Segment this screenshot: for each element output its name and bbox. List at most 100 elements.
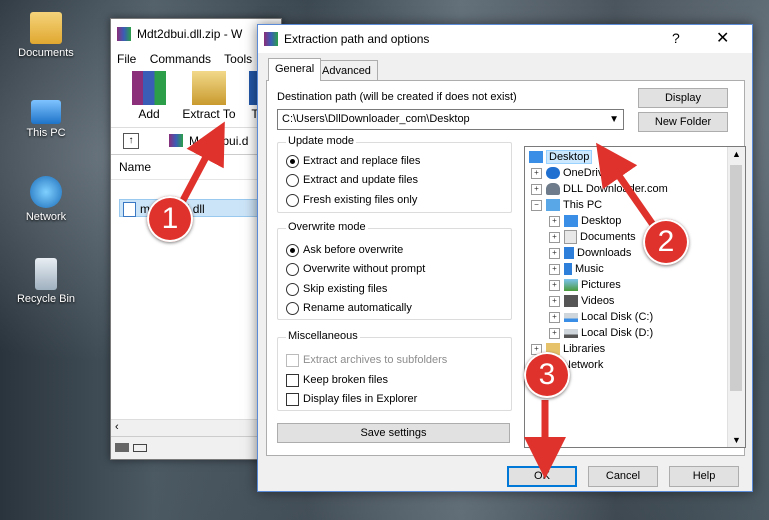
radio-fresh-existing[interactable]: Fresh existing files only — [286, 193, 417, 209]
overwrite-mode-title: Overwrite mode — [286, 221, 368, 233]
expand-icon[interactable]: + — [549, 311, 560, 323]
chevron-down-icon[interactable]: ▼ — [609, 110, 619, 129]
desktop-icon-documents[interactable]: Documents — [8, 12, 84, 59]
network-icon — [30, 176, 62, 208]
save-settings-button[interactable]: Save settings — [277, 423, 510, 443]
scrollbar-thumb[interactable] — [730, 165, 742, 391]
checkbox-icon — [286, 353, 299, 367]
file-list-hscrollbar[interactable]: ‹ — [111, 419, 281, 437]
file-icon — [123, 202, 136, 217]
winrar-address-bar: ↑ Mdt2dbui.d — [111, 128, 281, 155]
cancel-button[interactable]: Cancel — [588, 466, 658, 487]
update-mode-title: Update mode — [286, 135, 357, 147]
tree-item-pc-desktop[interactable]: + Desktop — [549, 213, 621, 229]
extract-to-button[interactable]: Extract To — [179, 71, 239, 121]
film-icon — [564, 295, 578, 308]
expand-icon[interactable]: + — [531, 183, 542, 195]
tree-item-local-disk-c[interactable]: + Local Disk (C:) — [549, 309, 653, 325]
radio-ask-before-overwrite[interactable]: Ask before overwrite — [286, 243, 403, 259]
destination-path-input[interactable]: C:\Users\DllDownloader_com\Desktop ▼ — [277, 109, 624, 130]
checkbox-display-in-explorer[interactable]: Display files in Explorer — [286, 392, 417, 408]
desktop-icon-recycle-bin[interactable]: Recycle Bin — [8, 258, 84, 305]
tree-item-documents[interactable]: + Documents — [549, 229, 636, 245]
scroll-left-icon[interactable]: ‹ — [115, 421, 119, 433]
tree-item-onedrive[interactable]: + OneDrive — [531, 165, 609, 181]
desktop-icon-network[interactable]: Network — [8, 176, 84, 223]
add-button[interactable]: Add — [123, 71, 175, 121]
tree-item-videos[interactable]: + Videos — [549, 293, 614, 309]
menu-tools[interactable]: Tools — [224, 52, 252, 66]
radio-skip-existing[interactable]: Skip existing files — [286, 282, 387, 298]
drive-icon — [564, 328, 578, 338]
dialog-title-bar[interactable]: Extraction path and options ? ✕ — [258, 25, 752, 53]
expand-icon[interactable]: + — [549, 327, 560, 339]
column-header-name[interactable]: Name — [111, 155, 281, 180]
update-mode-group: Update mode Extract and replace files Ex… — [277, 135, 512, 213]
expand-icon[interactable]: + — [531, 167, 542, 179]
dialog-title: Extraction path and options — [284, 32, 430, 46]
tab-general[interactable]: General — [268, 58, 322, 81]
computer-icon — [546, 199, 560, 212]
collapse-icon[interactable]: − — [531, 199, 542, 211]
checkbox-keep-broken-files[interactable]: Keep broken files — [286, 373, 388, 389]
radio-icon — [286, 262, 299, 276]
tree-item-downloads[interactable]: + Downloads — [549, 245, 631, 261]
up-folder-icon[interactable]: ↑ — [123, 133, 139, 149]
desktop-icon-this-pc[interactable]: This PC — [8, 94, 84, 139]
miscellaneous-title: Miscellaneous — [286, 330, 360, 342]
radio-icon — [286, 301, 299, 315]
winrar-status-bar — [111, 436, 281, 459]
general-tab-panel: Destination path (will be created if doe… — [266, 80, 746, 456]
ok-button[interactable]: OK — [507, 466, 577, 487]
expand-icon[interactable]: + — [549, 215, 560, 227]
address-path[interactable]: Mdt2dbui.d — [189, 134, 248, 148]
menu-file[interactable]: File — [117, 52, 136, 66]
tree-item-music[interactable]: + Music — [549, 261, 604, 277]
checkbox-icon — [286, 392, 299, 406]
desktop-icon — [529, 151, 543, 164]
documents-icon — [564, 230, 577, 245]
music-note-icon — [564, 263, 572, 276]
tree-item-desktop[interactable]: Desktop — [529, 149, 593, 165]
expand-icon[interactable]: + — [549, 231, 560, 243]
winrar-menu-bar: File Commands Tools — [111, 49, 281, 69]
folder-tree-scrollbar[interactable]: ▲ ▼ — [727, 147, 745, 447]
radio-icon — [286, 193, 299, 207]
close-icon[interactable]: ✕ — [716, 28, 729, 48]
radio-selected-icon — [286, 243, 299, 257]
desktop-icon — [564, 215, 578, 228]
tree-item-user[interactable]: + DLL Downloader.com — [531, 181, 668, 197]
tree-item-pictures[interactable]: + Pictures — [549, 277, 621, 293]
radio-extract-update[interactable]: Extract and update files — [286, 173, 418, 189]
winrar-app-icon — [117, 27, 131, 41]
callout-3: 3 — [524, 352, 570, 398]
expand-icon[interactable]: + — [549, 279, 560, 291]
winrar-title-bar[interactable]: Mdt2dbui.dll.zip - W — [111, 19, 281, 49]
new-folder-button[interactable]: New Folder — [638, 112, 728, 132]
radio-extract-replace[interactable]: Extract and replace files — [286, 154, 420, 170]
callout-1: 1 — [147, 196, 193, 242]
winrar-toolbar: Add Extract To T — [111, 69, 281, 128]
pictures-icon — [564, 279, 578, 292]
radio-overwrite-without-prompt[interactable]: Overwrite without prompt — [286, 262, 425, 278]
tree-item-local-disk-d[interactable]: + Local Disk (D:) — [549, 325, 653, 341]
folder-tree[interactable]: Desktop + OneDrive + DLL Downloader.com − T… — [524, 146, 746, 448]
expand-icon[interactable]: + — [549, 295, 560, 307]
expand-icon[interactable]: + — [549, 263, 560, 275]
user-icon — [546, 183, 560, 196]
expand-icon[interactable]: + — [549, 247, 560, 259]
menu-commands[interactable]: Commands — [150, 52, 211, 66]
radio-icon — [286, 282, 299, 296]
checkbox-icon — [286, 373, 299, 387]
scroll-down-icon[interactable]: ▼ — [732, 435, 741, 445]
tab-advanced[interactable]: Advanced — [315, 60, 378, 81]
display-button[interactable]: Display — [638, 88, 728, 108]
drive-icon — [115, 443, 129, 452]
help-icon[interactable]: ? — [672, 30, 680, 46]
scroll-up-icon[interactable]: ▲ — [732, 149, 741, 159]
radio-selected-icon — [286, 154, 299, 168]
help-button[interactable]: Help — [669, 466, 739, 487]
computer-icon — [31, 100, 61, 124]
radio-rename-automatically[interactable]: Rename automatically — [286, 301, 412, 317]
tree-item-this-pc[interactable]: − This PC — [531, 197, 602, 213]
